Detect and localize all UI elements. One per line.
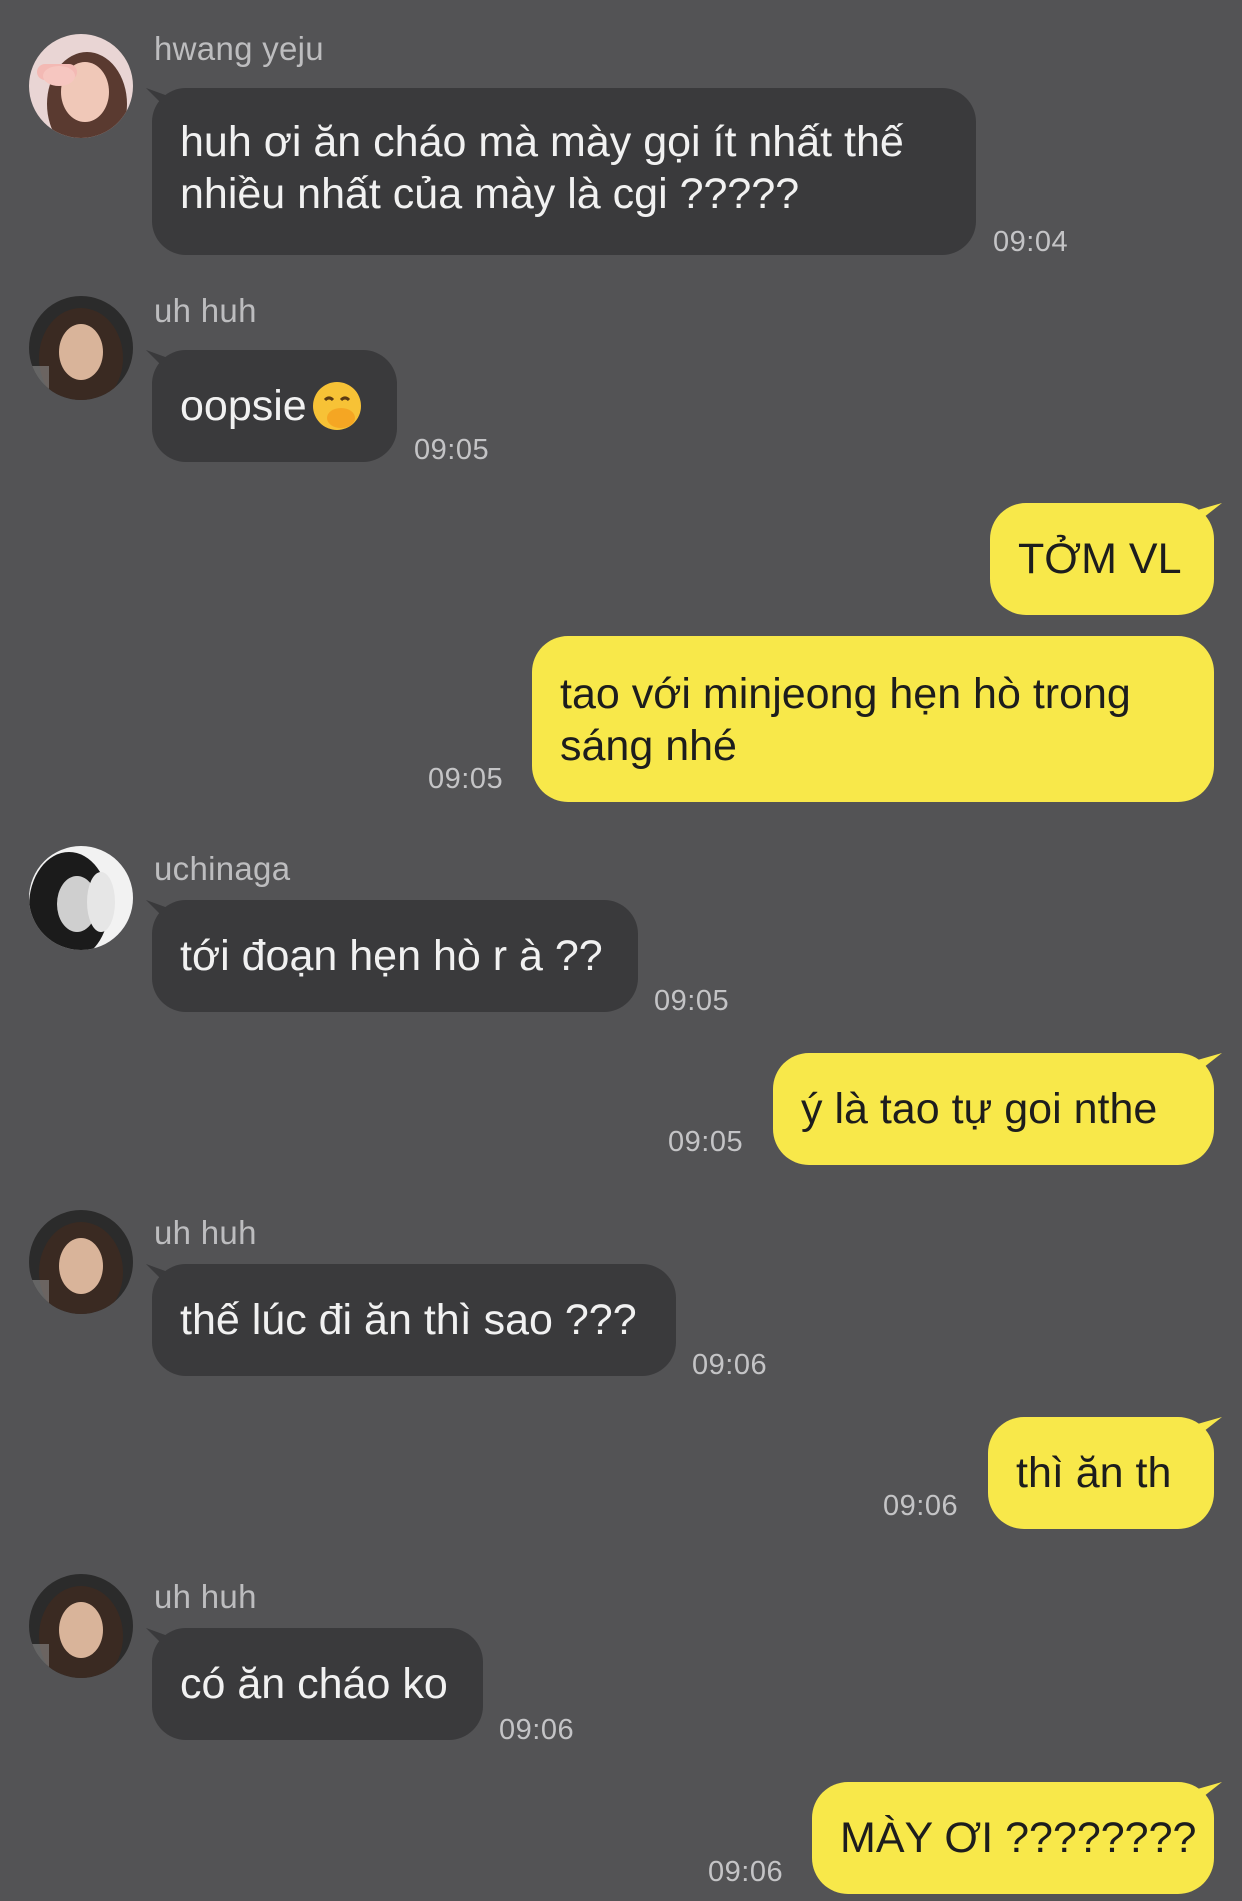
avatar-uh-huh[interactable] [29,296,133,400]
incoming-message-bubble[interactable]: huh ơi ăn cháo mà mày gọi ít nhất thế nh… [152,88,976,255]
incoming-message-bubble[interactable]: thế lúc đi ăn thì sao ??? [152,1264,676,1376]
sender-name: uchinaga [154,850,291,887]
outgoing-message-bubble[interactable]: MÀY ƠI ???????? [812,1782,1214,1894]
message-text: có ăn cháo ko [180,1660,448,1708]
message-time: 09:05 [654,985,730,1017]
message-time: 09:06 [499,1714,575,1746]
message-text: thì ăn th [1016,1449,1172,1497]
outgoing-message-bubble[interactable]: thì ăn th [988,1417,1214,1529]
message-text: tới đoạn hẹn hò r à ?? [180,932,603,980]
avatar-photo-icon [29,1210,133,1314]
sender-name: uh huh [154,292,257,329]
message-text: huh ơi ăn cháo mà mày gọi ít nhất thế [180,118,904,166]
message-time: 09:06 [692,1349,768,1381]
message-text: ý là tao tự goi nthe [801,1085,1158,1133]
outgoing-message-bubble[interactable]: tao với minjeong hẹn hò trong sáng nhé [532,636,1214,802]
avatar-photo-icon [29,296,133,400]
message-text: oopsie [180,382,307,430]
avatar-hwang-yeju[interactable] [29,34,133,138]
outgoing-message-bubble[interactable]: TỞM VL [990,503,1214,615]
message-time: 09:05 [428,763,504,795]
avatar-photo-icon [29,1574,133,1678]
incoming-message-bubble[interactable]: oopsie [152,350,397,462]
message-time: 09:05 [668,1126,744,1158]
incoming-message-bubble[interactable]: tới đoạn hẹn hò r à ?? [152,900,638,1012]
message-text: tao với minjeong hẹn hò trong [560,670,1131,718]
avatar-photo-icon [29,846,133,950]
avatar-photo-icon [29,34,133,138]
hand-over-mouth-emoji-icon [312,382,361,430]
message-time: 09:04 [993,226,1069,258]
message-text: MÀY ƠI ???????? [840,1814,1197,1862]
sender-name: hwang yeju [154,30,324,67]
message-time: 09:05 [414,434,490,466]
avatar-uh-huh[interactable] [29,1574,133,1678]
message-time: 09:06 [708,1856,784,1888]
message-text: thế lúc đi ăn thì sao ??? [180,1296,637,1344]
incoming-message-bubble[interactable]: có ăn cháo ko [152,1628,483,1740]
message-text: TỞM VL [1018,535,1182,583]
avatar-uh-huh[interactable] [29,1210,133,1314]
message-text: sáng nhé [560,722,737,770]
avatar-uchinaga[interactable] [29,846,133,950]
message-time: 09:06 [883,1490,959,1522]
outgoing-message-bubble[interactable]: ý là tao tự goi nthe [773,1053,1214,1165]
sender-name: uh huh [154,1214,257,1251]
message-text: nhiều nhất của mày là cgi ????? [180,170,800,218]
sender-name: uh huh [154,1578,257,1615]
